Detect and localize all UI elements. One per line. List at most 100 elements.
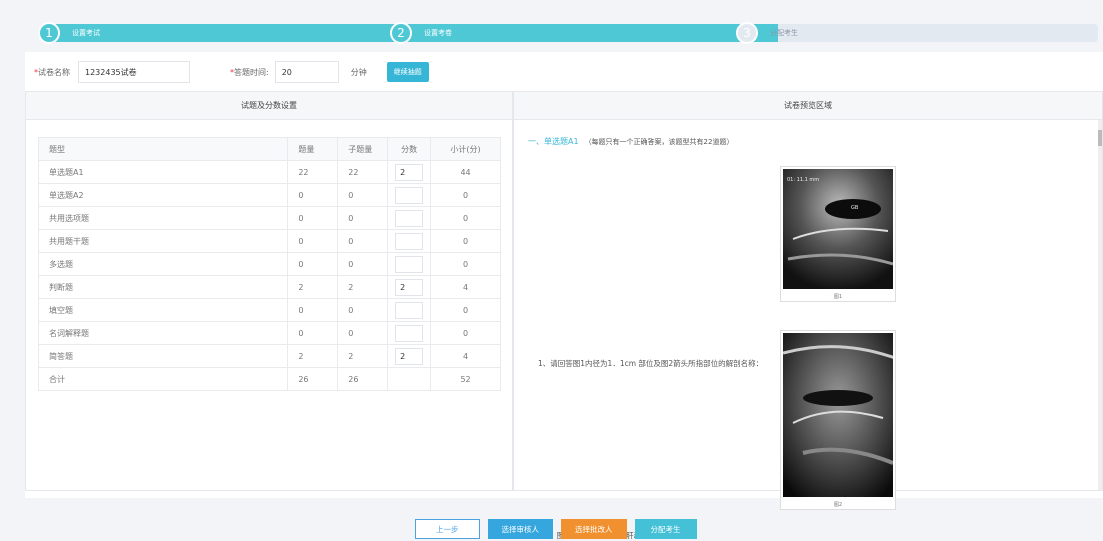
col-header: 小计(分) xyxy=(430,137,501,161)
step-label: 分配考生 xyxy=(770,29,798,37)
sub-question-count-cell: 2 xyxy=(337,344,389,368)
score-cell xyxy=(387,298,432,322)
exam-paper-card: * 试卷名称 1232435试卷 * 答题时间: 20 分钟 继续抽题 试题及分… xyxy=(25,52,1103,540)
subtotal-cell: 0 xyxy=(430,183,501,207)
scrollbar-thumb[interactable] xyxy=(1098,130,1102,146)
score-table-body: 单选题A1 22 22 2 44 单选题A2 0 0 0 共用选项题 0 0 0 共用题干题 0 0 0 多选题 0… xyxy=(37,160,501,391)
table-row: 判断题 2 2 2 4 xyxy=(37,275,501,299)
ultrasound-scan xyxy=(783,333,893,497)
score-input[interactable]: 2 xyxy=(395,347,424,365)
continue-draw-button[interactable]: 继续抽题 xyxy=(386,62,429,82)
step-progress: 1 设置考试 2 设置考卷 3 分配考生 xyxy=(38,22,1098,44)
subtotal-cell: 52 xyxy=(430,367,501,391)
section-title: 一、单选题A1 （每题只有一个正确答案，该题型共有22道题） xyxy=(528,136,733,147)
table-row: 单选题A2 0 0 0 xyxy=(37,183,501,207)
question-type-cell: 单选题A1 xyxy=(37,160,289,184)
score-cell: 2 xyxy=(387,275,432,299)
select-reviewer-button[interactable]: 选择审核人 xyxy=(487,519,553,539)
score-input[interactable]: 2 xyxy=(395,278,424,296)
question-count-cell: 0 xyxy=(287,252,339,276)
score-table: 题型 题量 子题量 分数 小计(分) 单选题A1 22 22 2 44 单选题A2 0 0 0 共… xyxy=(37,137,501,391)
sub-question-count-cell: 0 xyxy=(337,206,389,230)
subtotal-cell: 0 xyxy=(430,298,501,322)
ultrasound-image-2: 图2 xyxy=(780,330,896,510)
score-input[interactable]: 2 xyxy=(395,163,424,181)
question-count-cell: 22 xyxy=(287,160,339,184)
image-caption: 图1 xyxy=(833,294,843,300)
section-note: （每题只有一个正确答案，该题型共有22道题） xyxy=(584,138,734,146)
answer-time-label: 答题时间: xyxy=(234,67,269,77)
select-marker-button[interactable]: 选择批改人 xyxy=(561,519,627,539)
table-header-row: 题型 题量 子题量 分数 小计(分) xyxy=(37,137,501,161)
question-count-cell: 0 xyxy=(287,183,339,207)
step-number: 1 xyxy=(38,22,60,44)
score-input[interactable] xyxy=(395,324,424,342)
paper-name-label: 试卷名称 xyxy=(38,67,70,77)
assign-examinees-button[interactable]: 分配考生 xyxy=(634,519,697,539)
question-score-panel: 试题及分数设置 题型 题量 子题量 分数 小计(分) 单选题A1 22 22 2 44 单… xyxy=(25,91,513,491)
step-label: 设置考卷 xyxy=(424,29,452,37)
sub-question-count-cell: 0 xyxy=(337,298,389,322)
sub-question-count-cell: 0 xyxy=(337,252,389,276)
question-type-cell: 共用选项题 xyxy=(37,206,289,230)
ultrasound-image-1: 01: 11.1 mm GB 图1 xyxy=(780,166,896,302)
score-cell xyxy=(387,321,432,345)
svg-text:01: 11.1 mm: 01: 11.1 mm xyxy=(787,177,819,183)
panel-title: 试题及分数设置 xyxy=(26,92,512,120)
table-row: 填空题 0 0 0 xyxy=(37,298,501,322)
table-row: 共用选项题 0 0 0 xyxy=(37,206,501,230)
score-input[interactable] xyxy=(395,232,424,250)
step-number: 2 xyxy=(390,22,412,44)
question-type-cell: 判断题 xyxy=(37,275,289,299)
step-label: 设置考试 xyxy=(72,29,100,37)
paper-name-input[interactable]: 1232435试卷 xyxy=(78,61,190,83)
table-row: 单选题A1 22 22 2 44 xyxy=(37,160,501,184)
score-input[interactable] xyxy=(395,209,424,227)
col-header: 分数 xyxy=(387,137,432,161)
score-cell xyxy=(387,206,432,230)
subtotal-cell: 44 xyxy=(430,160,501,184)
sub-question-count-cell: 0 xyxy=(337,321,389,345)
score-cell xyxy=(387,183,432,207)
step-1[interactable]: 1 设置考试 xyxy=(38,22,100,44)
score-input[interactable] xyxy=(395,186,424,204)
preview-scrollbar[interactable] xyxy=(1098,120,1102,490)
image-caption: 图2 xyxy=(833,502,843,508)
step-number: 3 xyxy=(736,22,758,44)
svg-text:GB: GB xyxy=(851,205,859,211)
step-2[interactable]: 2 设置考卷 xyxy=(390,22,452,44)
step-progress-inactive xyxy=(778,24,1098,42)
question-count-cell: 0 xyxy=(287,321,339,345)
previous-step-button[interactable]: 上一步 xyxy=(415,519,480,539)
sub-question-count-cell: 0 xyxy=(337,229,389,253)
question-count-cell: 2 xyxy=(287,344,339,368)
sub-question-count-cell: 2 xyxy=(337,275,389,299)
score-cell xyxy=(387,367,432,391)
score-cell: 2 xyxy=(387,344,432,368)
score-input[interactable] xyxy=(395,255,424,273)
paper-preview-panel: 试卷预览区域 一、单选题A1 （每题只有一个正确答案，该题型共有22道题） 01… xyxy=(513,91,1103,540)
table-row: 简答题 2 2 2 4 xyxy=(37,344,501,368)
paper-settings-row: * 试卷名称 1232435试卷 * 答题时间: 20 分钟 继续抽题 xyxy=(34,61,429,83)
question-count-cell: 0 xyxy=(287,206,339,230)
question-type-cell: 合计 xyxy=(37,367,289,391)
score-cell xyxy=(387,252,432,276)
subtotal-cell: 4 xyxy=(430,344,501,368)
question-type-cell: 填空题 xyxy=(37,298,289,322)
step-3[interactable]: 3 分配考生 xyxy=(736,22,798,44)
subtotal-cell: 0 xyxy=(430,321,501,345)
score-cell: 2 xyxy=(387,160,432,184)
question-count-cell: 0 xyxy=(287,229,339,253)
col-header: 题量 xyxy=(287,137,339,161)
minute-unit: 分钟 xyxy=(350,67,367,77)
subtotal-cell: 0 xyxy=(430,229,501,253)
sub-question-count-cell: 0 xyxy=(337,183,389,207)
answer-time-input[interactable]: 20 xyxy=(274,61,339,83)
sub-question-count-cell: 22 xyxy=(337,160,389,184)
table-total-row: 合计 26 26 52 xyxy=(37,367,501,391)
score-input[interactable] xyxy=(395,301,424,319)
panel-title: 试卷预览区域 xyxy=(514,92,1102,120)
question-type-cell: 简答题 xyxy=(37,344,289,368)
section-title-text: 一、单选题A1 xyxy=(528,137,579,146)
question-type-cell: 单选题A2 xyxy=(37,183,289,207)
